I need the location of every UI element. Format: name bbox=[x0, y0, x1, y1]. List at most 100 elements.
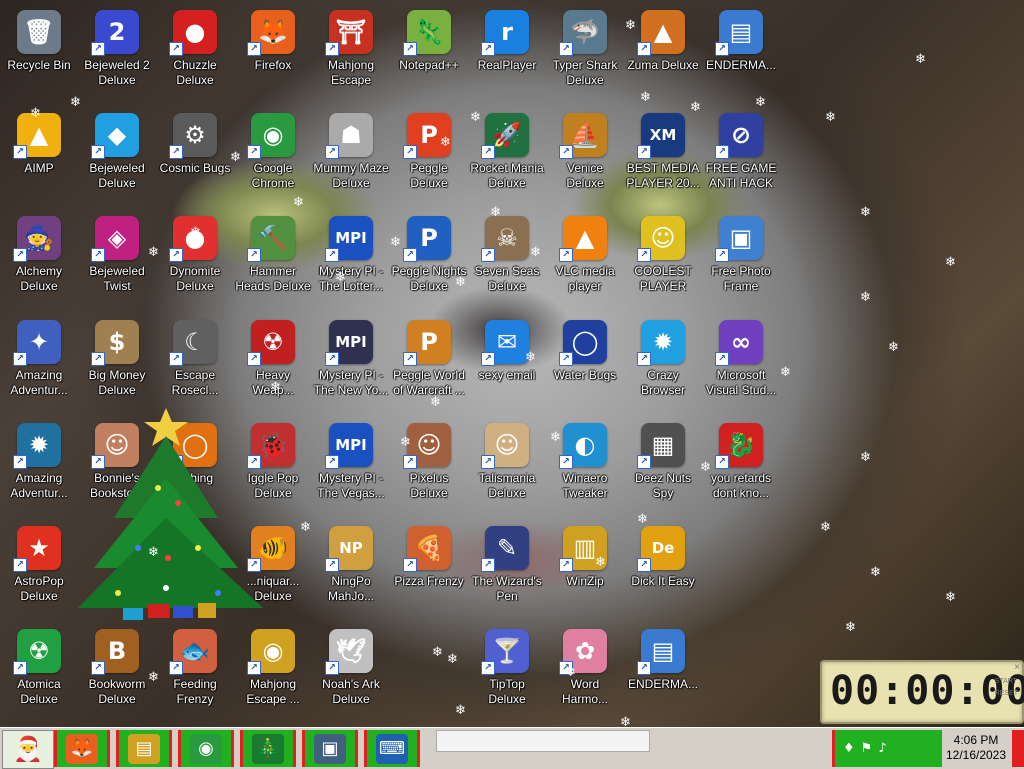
desktop-icon[interactable]: ◆ ↗ Bejeweled Deluxe bbox=[78, 107, 156, 207]
desktop-icon[interactable]: P ↗ Peggle Deluxe bbox=[390, 107, 468, 207]
desktop-icon[interactable]: ▣ ↗ Free Photo Frame bbox=[702, 210, 780, 310]
countdown-timer-widget[interactable]: 00:00:00 START RESET × bbox=[820, 660, 1024, 724]
desktop-icon[interactable]: ✦ ↗ Amazing Adventur... bbox=[0, 314, 78, 414]
desktop-icon[interactable]: 🦊 ↗ Firefox bbox=[234, 4, 312, 104]
firefox-icon: 🦊 ↗ bbox=[247, 10, 295, 56]
chrome-icon: ◉ bbox=[190, 733, 222, 764]
desktop-icon-label: Chuzzle Deluxe bbox=[173, 58, 217, 87]
shortcut-arrow-icon: ↗ bbox=[325, 455, 339, 469]
shortcut-arrow-icon: ↗ bbox=[481, 248, 495, 262]
desktop-icon[interactable]: ▤ ↗ ENDERMA... bbox=[624, 623, 702, 723]
shortcut-arrow-icon: ↗ bbox=[715, 455, 729, 469]
clock[interactable]: 4:06 PM 12/16/2023 bbox=[942, 730, 1010, 767]
desktop-icon-label: NingPo MahJo... bbox=[327, 574, 375, 603]
taskbar-empty-slot[interactable] bbox=[436, 730, 650, 752]
desktop-icon[interactable]: ▥ ↗ WinZip bbox=[546, 520, 624, 620]
desktop-icon[interactable]: ☺ ↗ Pixelus Deluxe bbox=[390, 417, 468, 517]
desktop-icon-label: Deez Nuts Spy bbox=[634, 471, 692, 500]
desktop-icon[interactable]: ◉ ↗ Google Chrome bbox=[234, 107, 312, 207]
desktop-icon[interactable]: ◯ ↗ Water Bugs bbox=[546, 314, 624, 414]
desktop-icon[interactable]: ▲ ↗ Zuma Deluxe bbox=[624, 4, 702, 104]
desktop-icon[interactable]: ★ ↗ AstroPop Deluxe bbox=[0, 520, 78, 620]
desktop-icon[interactable]: 🗑 Recycle Bin bbox=[0, 4, 78, 104]
desktop-icon[interactable]: MPI ↗ Mystery PI - The New Yo... bbox=[312, 314, 390, 414]
desktop-icon[interactable]: ☺ ↗ COOLEST PLAYER bbox=[624, 210, 702, 310]
desktop-icon[interactable]: ▤ ↗ ENDERMA... bbox=[702, 4, 780, 104]
desktop-icon[interactable]: ✉ ↗ sexy email bbox=[468, 314, 546, 414]
taskbar-tree-button[interactable]: 🎄 bbox=[240, 730, 296, 767]
xmplay-icon: XM ↗ bbox=[637, 113, 685, 159]
taskbar-chrome-button[interactable]: ◉ bbox=[178, 730, 234, 767]
timer-close-button[interactable]: × bbox=[1014, 662, 1020, 673]
tray-flag-icon[interactable]: ⚑ bbox=[861, 741, 873, 756]
desktop-icon-label: Firefox bbox=[254, 58, 292, 72]
desktop-icon[interactable]: 🔨 ↗ Hammer Heads Deluxe bbox=[234, 210, 312, 310]
timer-reset-button[interactable]: RESET bbox=[995, 688, 1018, 700]
astropop-icon: ★ ↗ bbox=[13, 526, 61, 572]
desktop-icon[interactable]: P ↗ Peggle Nights Deluxe bbox=[390, 210, 468, 310]
desktop-icon[interactable]: 🦈 ↗ Typer Shark Deluxe bbox=[546, 4, 624, 104]
mummy-maze-icon: ☗ ↗ bbox=[325, 113, 373, 159]
shortcut-arrow-icon: ↗ bbox=[715, 145, 729, 159]
desktop-icon[interactable]: r ↗ RealPlayer bbox=[468, 4, 546, 104]
desktop-icon[interactable]: 🍸 ↗ TipTop Deluxe bbox=[468, 623, 546, 723]
desktop-icon[interactable]: MPI ↗ Mystery PI - The Lotter... bbox=[312, 210, 390, 310]
talismania-icon: ☺ ↗ bbox=[481, 423, 529, 469]
desktop-icon[interactable]: $ ↗ Big Money Deluxe bbox=[78, 314, 156, 414]
desktop-icon-label: Microsoft Visual Stud... bbox=[705, 368, 777, 397]
desktop-icon[interactable]: ▦ ↗ Deez Nuts Spy bbox=[624, 417, 702, 517]
desktop-icon[interactable]: ✿ ↗ Word Harmo... bbox=[546, 623, 624, 723]
desktop-icon[interactable]: ☢ ↗ Heavy Weap... bbox=[234, 314, 312, 414]
desktop-icon[interactable]: ✹ ↗ Crazy Browser bbox=[624, 314, 702, 414]
desktop-icon[interactable]: ☾ ↗ Escape Rosecl... bbox=[156, 314, 234, 414]
desktop-icon[interactable]: ✹ ↗ Amazing Adventur... bbox=[0, 417, 78, 517]
shortcut-arrow-icon: ↗ bbox=[715, 42, 729, 56]
desktop-icon[interactable]: ☗ ↗ Mummy Maze Deluxe bbox=[312, 107, 390, 207]
desktop-icon[interactable]: 🦎 ↗ Notepad++ bbox=[390, 4, 468, 104]
taskbar-monitor-button[interactable]: ▣ bbox=[302, 730, 358, 767]
desktop-icon[interactable]: 🍕 ↗ Pizza Frenzy bbox=[390, 520, 468, 620]
venice-icon: ⛵ ↗ bbox=[559, 113, 607, 159]
desktop-icon[interactable]: ● ↗ Dynomite Deluxe bbox=[156, 210, 234, 310]
desktop-icon[interactable]: ◈ ↗ Bejeweled Twist bbox=[78, 210, 156, 310]
desktop-icon[interactable]: ⛩↗Mahjong Escape Anci... bbox=[312, 4, 390, 104]
desktop-icon[interactable]: ☠ ↗ Seven Seas Deluxe bbox=[468, 210, 546, 310]
show-desktop-button[interactable] bbox=[1012, 730, 1024, 767]
desktop-icon[interactable]: ☺ ↗ Talismania Deluxe bbox=[468, 417, 546, 517]
desktop-icon[interactable]: ▲ ↗ AIMP bbox=[0, 107, 78, 207]
taskbar-explorer-button[interactable]: ▤ bbox=[116, 730, 172, 767]
desktop-icon[interactable]: ☢ ↗ Atomica Deluxe bbox=[0, 623, 78, 723]
desktop-icon[interactable]: ⛵ ↗ Venice Deluxe bbox=[546, 107, 624, 207]
start-button[interactable]: 🎅 bbox=[2, 730, 54, 769]
desktop-icon[interactable]: 🕊 ↗ Noah's Ark Deluxe bbox=[312, 623, 390, 723]
desktop-icon-label: Feeding Frenzy Deluxe bbox=[173, 677, 217, 706]
desktop-icon[interactable]: 🚀 ↗ Rocket Mania Deluxe bbox=[468, 107, 546, 207]
shortcut-arrow-icon: ↗ bbox=[403, 352, 417, 366]
desktop-icon[interactable]: 🧙 ↗ Alchemy Deluxe bbox=[0, 210, 78, 310]
desktop-icon[interactable]: ⚙ ↗ Cosmic Bugs bbox=[156, 107, 234, 207]
desktop-icon[interactable]: ✎ ↗ The Wizard's Pen bbox=[468, 520, 546, 620]
winzip-icon: ▥ ↗ bbox=[559, 526, 607, 572]
desktop-icon[interactable]: XM ↗ BEST MEDIA PLAYER 20... bbox=[624, 107, 702, 207]
alchemy-icon: 🧙 ↗ bbox=[13, 216, 61, 262]
desktop-icon[interactable]: P ↗ Peggle World of Warcraft ... bbox=[390, 314, 468, 414]
coolest-player-icon: ☺ ↗ bbox=[637, 216, 685, 262]
shortcut-arrow-icon: ↗ bbox=[481, 352, 495, 366]
timer-start-button[interactable]: START bbox=[995, 676, 1018, 688]
desktop-icon[interactable]: ◐ ↗ Winaero Tweaker bbox=[546, 417, 624, 517]
tray-volume-icon[interactable]: ♪ bbox=[878, 741, 886, 756]
desktop-icon[interactable]: ∞ ↗ Microsoft Visual Stud... bbox=[702, 314, 780, 414]
desktop-icon[interactable]: De ↗ Dick It Easy bbox=[624, 520, 702, 620]
word-harmony-icon: ✿ ↗ bbox=[559, 629, 607, 675]
desktop-icon[interactable]: ● ↗ Chuzzle Deluxe bbox=[156, 4, 234, 104]
desktop-icon[interactable]: ⊘↗FREE GAME ANTI HACK ... bbox=[702, 107, 780, 207]
tray-red-icon[interactable]: ♦ bbox=[843, 741, 855, 756]
desktop-icon[interactable]: ▲ ↗ VLC media player bbox=[546, 210, 624, 310]
taskbar-firefox-button[interactable]: 🦊 bbox=[54, 730, 110, 767]
desktop-icon[interactable]: 2 ↗ Bejeweled 2 Deluxe bbox=[78, 4, 156, 104]
taskbar-keyboard-button[interactable]: ⌨ bbox=[364, 730, 420, 767]
explorer-icon: ▤ bbox=[128, 733, 160, 764]
desktop-icon[interactable]: NP ↗ NingPo MahJo... bbox=[312, 520, 390, 620]
desktop-icon[interactable]: 🐉 ↗ you retards dont kno... bbox=[702, 417, 780, 517]
desktop-icon[interactable]: MPI ↗ Mystery PI - The Vegas... bbox=[312, 417, 390, 517]
